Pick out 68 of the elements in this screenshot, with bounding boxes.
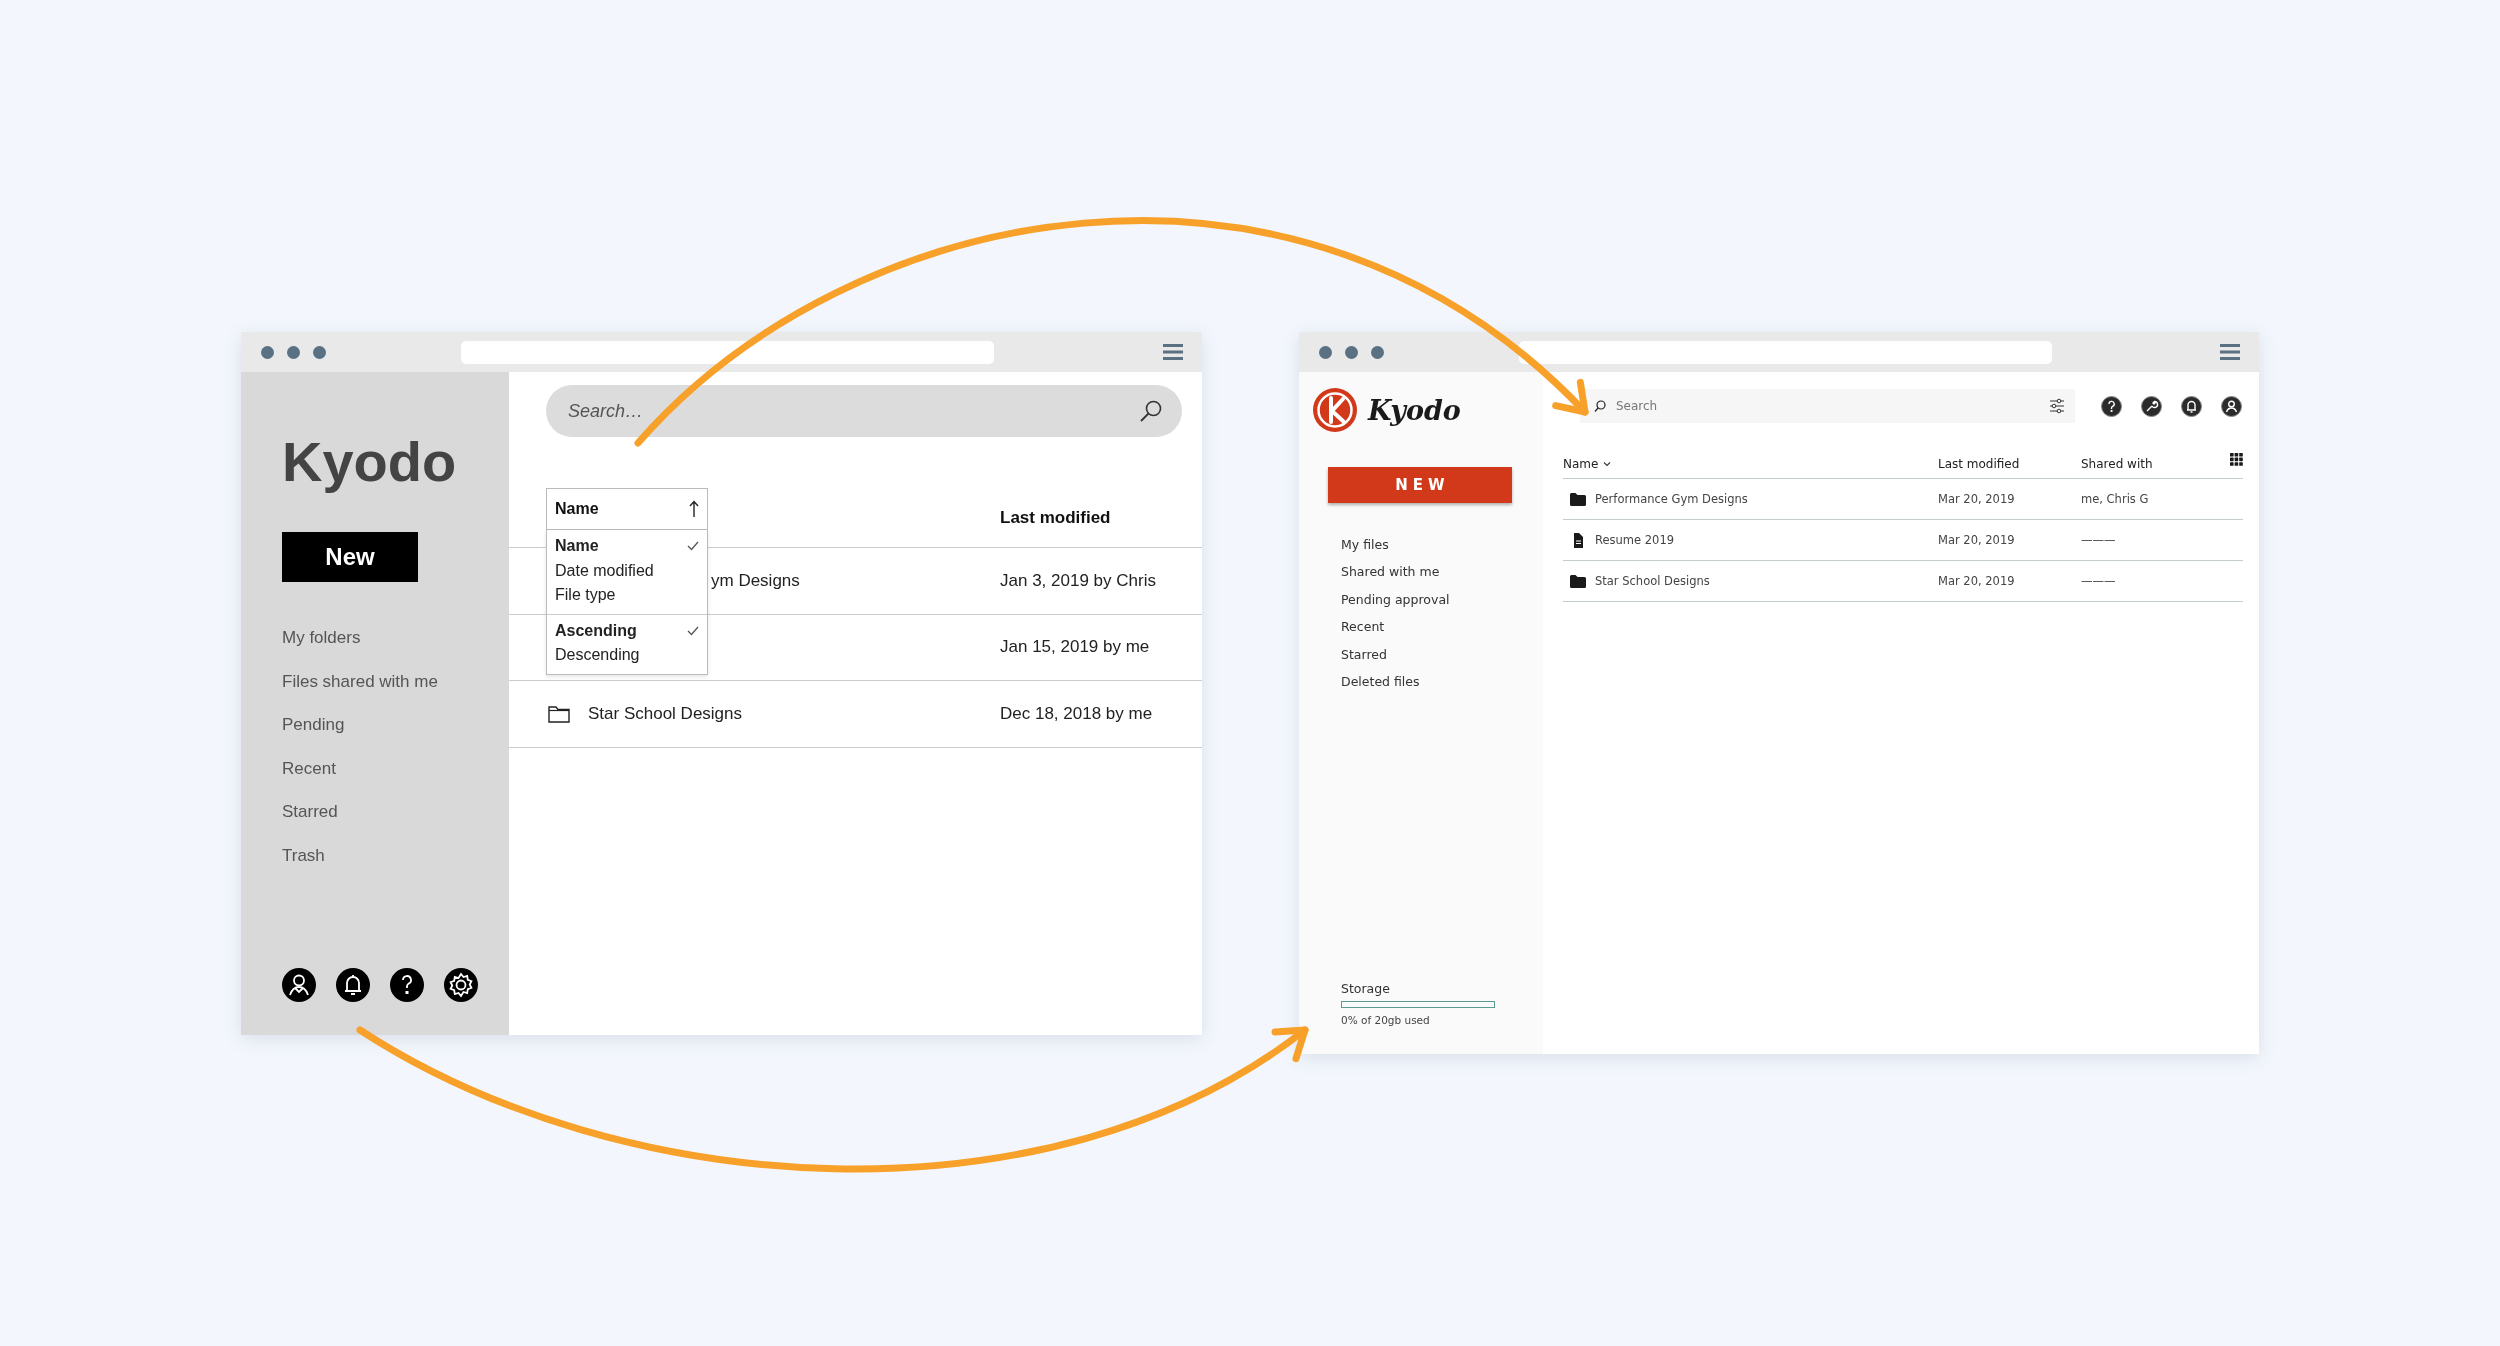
nav-item[interactable]: My files (1341, 531, 1389, 559)
grid-view-icon[interactable] (2230, 453, 2243, 466)
file-name[interactable]: Star School Designs (588, 703, 743, 724)
logo-icon (1312, 387, 1358, 433)
settings-icon[interactable] (444, 968, 478, 1002)
user-icon[interactable] (282, 968, 316, 1002)
sort-option[interactable]: Date modified (555, 558, 699, 583)
sort-dropdown[interactable]: Name (546, 488, 708, 530)
storage-label: Storage (1341, 981, 1391, 996)
modified-date: Jan 15, 2019 by me (1000, 637, 1151, 658)
notifications-icon[interactable] (336, 968, 370, 1002)
sort-option[interactable]: Descending (555, 643, 699, 668)
filter-icon[interactable] (2049, 398, 2065, 414)
menu-icon[interactable] (1163, 344, 1183, 360)
modified-date: Mar 20, 2019 (1938, 533, 2016, 547)
nav-item[interactable]: My folders (282, 616, 361, 660)
help-icon[interactable] (2101, 395, 2122, 417)
help-icon[interactable] (390, 968, 424, 1002)
window-control-dot[interactable] (1371, 345, 1384, 359)
nav-item[interactable]: Trash (282, 833, 325, 878)
nav-item[interactable]: Starred (282, 790, 338, 834)
shared-with: ——— (2081, 574, 2117, 588)
file-name[interactable]: Performance Gym Designs (1595, 492, 1748, 506)
column-header: Last modified (1000, 507, 1112, 528)
column-header[interactable]: Last modified (1938, 456, 2081, 471)
window-control-dot[interactable] (1345, 345, 1358, 359)
nav-item[interactable]: Shared with me (1341, 558, 1440, 586)
file-row[interactable]: Star School Designs Dec 18, 2018 by me (509, 681, 1202, 748)
chevron-down-icon[interactable] (1603, 460, 1612, 467)
modified-date: Dec 18, 2018 by me (1000, 703, 1154, 724)
sort-option[interactable]: Ascending (555, 618, 699, 643)
folder-icon (1570, 574, 1586, 588)
app-logo: Kyodo (1368, 394, 1461, 426)
shared-with: me, Chris G (2081, 492, 2150, 506)
folder-icon (548, 704, 570, 723)
nav-item[interactable]: Recent (1341, 613, 1385, 641)
nav-item[interactable]: Pending (282, 703, 345, 747)
search-icon (1594, 400, 1606, 412)
nav-item[interactable]: Pending approval (1341, 585, 1450, 614)
search-icon[interactable] (1140, 400, 1162, 422)
file-name[interactable]: Star School Designs (1595, 574, 1710, 588)
notifications-icon[interactable] (2181, 395, 2202, 417)
arrow-up-icon (689, 500, 699, 518)
storage-usage: 0% of 20gb used (1341, 1014, 1431, 1026)
new-button[interactable]: NEW (1328, 467, 1512, 503)
modified-date: Mar 20, 2019 (1938, 492, 2016, 506)
menu-icon[interactable] (2220, 344, 2240, 360)
nav-item[interactable]: Recent (282, 746, 336, 791)
new-button[interactable]: New (282, 532, 418, 582)
sort-option[interactable]: File type (555, 583, 699, 608)
column-header[interactable]: Shared with (2081, 456, 2230, 471)
check-icon (687, 541, 699, 552)
window-control-dot[interactable] (1319, 345, 1332, 359)
folder-icon (1570, 492, 1586, 506)
file-name[interactable]: ym Designs (711, 570, 800, 591)
modified-date: Mar 20, 2019 (1938, 574, 2016, 588)
window-control-dot[interactable] (261, 345, 274, 359)
file-name[interactable]: Resume 2019 (1595, 533, 1675, 547)
user-icon[interactable] (2221, 395, 2242, 417)
nav-item[interactable]: Starred (1341, 640, 1387, 669)
check-icon (687, 625, 699, 636)
window-control-dot[interactable] (313, 345, 326, 359)
shared-with: ——— (2081, 533, 2117, 547)
nav-item[interactable]: Files shared with me (282, 659, 438, 704)
nav-item[interactable]: Deleted files (1341, 668, 1420, 696)
modified-date: Jan 3, 2019 by Chris (1000, 570, 1157, 591)
window-control-dot[interactable] (287, 345, 300, 359)
column-header[interactable]: Name (1563, 456, 1599, 471)
